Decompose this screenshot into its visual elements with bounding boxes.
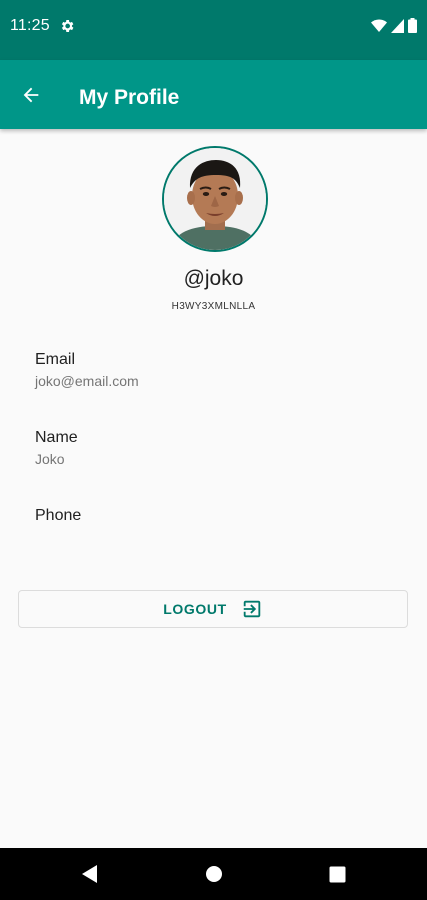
nav-home-button[interactable] xyxy=(200,860,228,888)
page-title: My Profile xyxy=(79,86,180,109)
status-icons xyxy=(371,18,417,33)
battery-icon xyxy=(408,18,417,33)
email-field: Email joko@email.com xyxy=(35,351,139,389)
nav-back-button[interactable] xyxy=(76,860,104,888)
settings-gear-icon xyxy=(61,20,74,32)
nav-recents-button[interactable] xyxy=(323,860,351,888)
email-value: joko@email.com xyxy=(35,373,139,389)
nav-home-icon xyxy=(206,866,222,882)
status-bar: 11:25 xyxy=(0,0,427,60)
phone-field: Phone xyxy=(35,507,81,529)
arrow-back-icon xyxy=(23,87,39,103)
signal-icon xyxy=(391,18,404,33)
system-nav-bar xyxy=(0,848,427,900)
name-value: Joko xyxy=(35,451,65,467)
phone-label: Phone xyxy=(35,507,82,524)
name-field: Name Joko xyxy=(35,429,78,467)
name-label: Name xyxy=(35,429,78,446)
app-bar: My Profile xyxy=(0,60,427,129)
logout-label: LOGOUT xyxy=(163,601,227,617)
logout-button[interactable]: LOGOUT xyxy=(18,590,408,628)
nav-recents-icon xyxy=(329,866,345,882)
user-id: H3WY3XMLNLLA xyxy=(171,301,256,312)
user-avatar-photo xyxy=(164,148,266,250)
email-label: Email xyxy=(35,351,76,368)
status-time: 11:25 xyxy=(10,17,50,34)
back-button[interactable] xyxy=(10,74,52,116)
wifi-icon xyxy=(371,19,387,32)
username: @joko xyxy=(183,267,244,290)
profile-screen: 11:25 My Profile @joko H3WY3XMLNLLA Emai… xyxy=(0,0,427,900)
avatar xyxy=(162,146,268,252)
nav-back-icon xyxy=(82,865,97,883)
exit-to-app-icon xyxy=(243,600,260,618)
